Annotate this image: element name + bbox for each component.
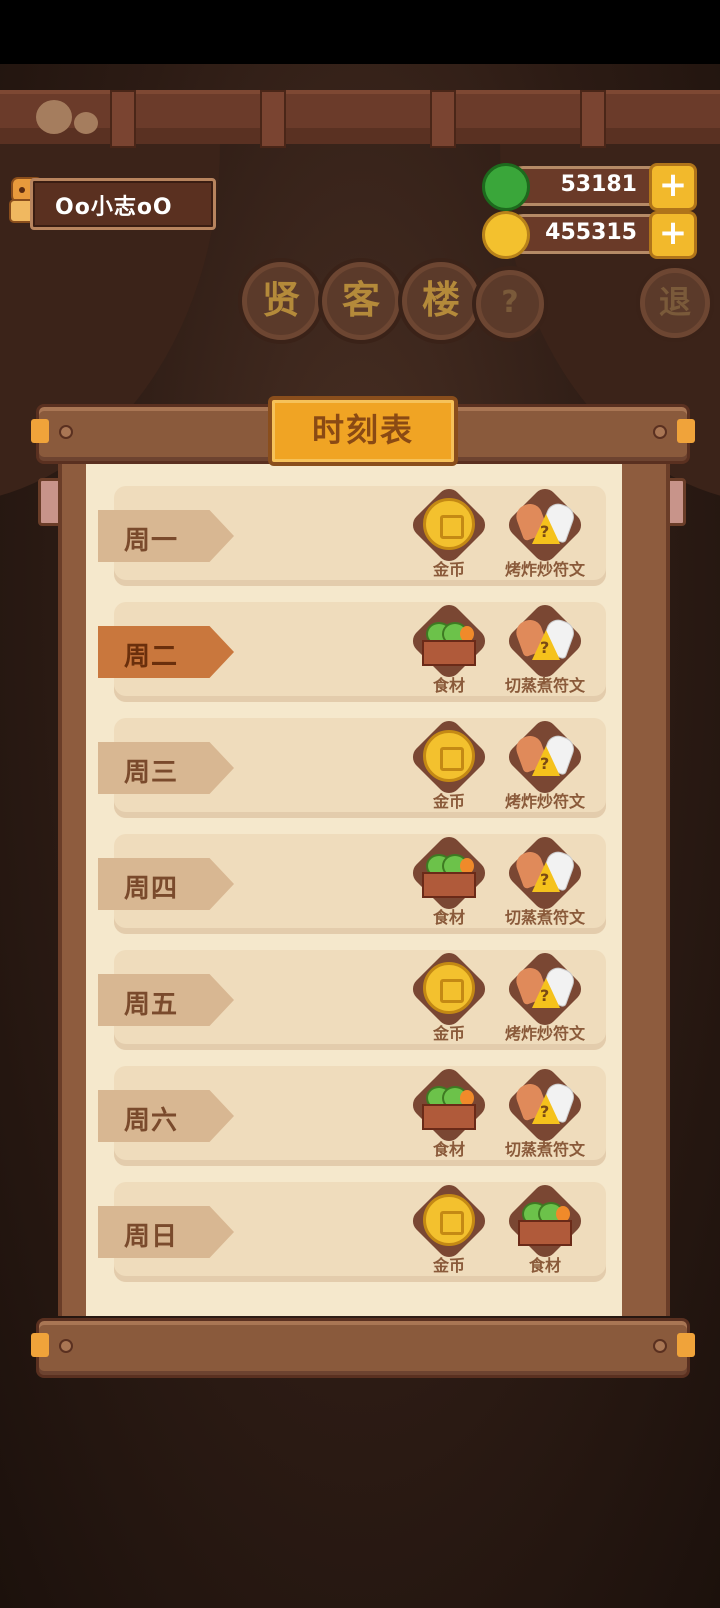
reward-item[interactable]: 食材 bbox=[404, 831, 494, 932]
timetable-row: 周五 金币? 烤炸炒符文 bbox=[98, 947, 606, 1050]
title-char: 贤 bbox=[242, 262, 320, 340]
reward-item[interactable]: ? 烤炸炒符文 bbox=[500, 483, 590, 584]
ingredient-crate-icon bbox=[422, 854, 476, 898]
reward-item[interactable]: 食材 bbox=[404, 599, 494, 700]
reward-label: 食材 bbox=[528, 1256, 561, 1275]
nail bbox=[653, 425, 667, 439]
nail bbox=[59, 1339, 73, 1353]
reward-item[interactable]: ? 切蒸煮符文 bbox=[500, 599, 590, 700]
reward-item[interactable]: ? 切蒸煮符文 bbox=[500, 831, 590, 932]
help-button[interactable]: ? bbox=[476, 270, 544, 338]
ceiling-beam-lower bbox=[0, 128, 720, 144]
title-char: 楼 bbox=[402, 262, 480, 340]
gold-counter: 455315 + bbox=[482, 211, 697, 259]
player-name: Oo小志oO bbox=[55, 195, 173, 220]
day-tag: 周二 bbox=[98, 626, 234, 678]
timetable-title-plate: 时刻表 bbox=[268, 396, 458, 466]
gold-coin-icon bbox=[423, 730, 475, 782]
add-gold-button[interactable]: + bbox=[649, 211, 697, 259]
ingredient-crate-icon bbox=[518, 1202, 572, 1246]
rune-icon: ? bbox=[512, 616, 578, 668]
reward-item[interactable]: 金币 bbox=[404, 1179, 494, 1280]
rune-icon: ? bbox=[512, 1080, 578, 1132]
reward-label: 食材 bbox=[432, 908, 465, 927]
reward-label: 烤炸炒符文 bbox=[504, 792, 585, 811]
reward-label: 金币 bbox=[432, 560, 465, 579]
ingredient-crate-icon bbox=[422, 1086, 476, 1130]
gold-coin-icon bbox=[423, 1194, 475, 1246]
day-label: 周六 bbox=[124, 1106, 179, 1136]
jade-counter: 53181 + bbox=[482, 163, 697, 211]
green-jade-icon bbox=[482, 163, 530, 211]
timetable-row: 周日金币 食材 bbox=[98, 1179, 606, 1282]
reward-label: 食材 bbox=[432, 1140, 465, 1159]
status-bar bbox=[0, 0, 720, 64]
title-char: 客 bbox=[322, 262, 400, 340]
day-label: 周五 bbox=[124, 990, 179, 1020]
chick-icon bbox=[74, 112, 98, 134]
reward-label: 金币 bbox=[432, 1024, 465, 1043]
beam-post bbox=[260, 90, 286, 148]
rune-icon: ? bbox=[512, 500, 578, 552]
day-label: 周二 bbox=[124, 642, 179, 672]
day-label: 周四 bbox=[124, 874, 179, 904]
gold-coin-icon bbox=[423, 498, 475, 550]
timetable-row: 周一 金币? 烤炸炒符文 bbox=[98, 483, 606, 586]
day-tag: 周三 bbox=[98, 742, 234, 794]
beam-post bbox=[430, 90, 456, 148]
reward-item[interactable]: 金币 bbox=[404, 947, 494, 1048]
reward-label: 烤炸炒符文 bbox=[504, 560, 585, 579]
rune-icon: ? bbox=[512, 964, 578, 1016]
day-tag: 周一 bbox=[98, 510, 234, 562]
beam-post bbox=[580, 90, 606, 148]
reward-item[interactable]: ? 切蒸煮符文 bbox=[500, 1063, 590, 1164]
reward-item[interactable]: ? 烤炸炒符文 bbox=[500, 715, 590, 816]
reward-item[interactable]: 金币 bbox=[404, 483, 494, 584]
rune-icon: ? bbox=[512, 848, 578, 900]
day-label: 周一 bbox=[124, 526, 179, 556]
reward-label: 金币 bbox=[432, 792, 465, 811]
reward-label: 食材 bbox=[432, 676, 465, 695]
reward-item[interactable]: ? 烤炸炒符文 bbox=[500, 947, 590, 1048]
reward-label: 切蒸煮符文 bbox=[504, 1140, 585, 1159]
day-label: 周日 bbox=[124, 1222, 179, 1252]
reward-item[interactable]: 食材 bbox=[404, 1063, 494, 1164]
timetable-row: 周六 食材? 切蒸煮符文 bbox=[98, 1063, 606, 1166]
gold-coin-icon bbox=[423, 962, 475, 1014]
scroll-bottom-rod bbox=[31, 1318, 695, 1378]
day-tag: 周六 bbox=[98, 1090, 234, 1142]
exit-button[interactable]: 退 bbox=[640, 268, 710, 338]
ingredient-crate-icon bbox=[422, 622, 476, 666]
day-tag: 周日 bbox=[98, 1206, 234, 1258]
reward-item[interactable]: 金币 bbox=[404, 715, 494, 816]
day-label: 周三 bbox=[124, 758, 179, 788]
reward-label: 金币 bbox=[432, 1256, 465, 1275]
nail bbox=[653, 1339, 667, 1353]
day-tag: 周四 bbox=[98, 858, 234, 910]
reward-label: 烤炸炒符文 bbox=[504, 1024, 585, 1043]
day-tag: 周五 bbox=[98, 974, 234, 1026]
timetable-row: 周二 食材? 切蒸煮符文 bbox=[98, 599, 606, 702]
jade-value: 53181 bbox=[560, 172, 637, 197]
nail bbox=[59, 425, 73, 439]
add-jade-button[interactable]: + bbox=[649, 163, 697, 211]
reward-label: 切蒸煮符文 bbox=[504, 676, 585, 695]
rune-icon: ? bbox=[512, 732, 578, 784]
timetable-row: 周四 食材? 切蒸煮符文 bbox=[98, 831, 606, 934]
timetable-row: 周三 金币? 烤炸炒符文 bbox=[98, 715, 606, 818]
timetable-title: 时刻表 bbox=[311, 411, 414, 449]
reward-label: 切蒸煮符文 bbox=[504, 908, 585, 927]
gold-coin-icon bbox=[482, 211, 530, 259]
beam-post bbox=[110, 90, 136, 148]
reward-item[interactable]: 食材 bbox=[500, 1179, 590, 1280]
chick-icon bbox=[36, 100, 72, 134]
gold-value: 455315 bbox=[545, 220, 637, 245]
player-name-panel[interactable]: Oo小志oO bbox=[30, 178, 216, 230]
